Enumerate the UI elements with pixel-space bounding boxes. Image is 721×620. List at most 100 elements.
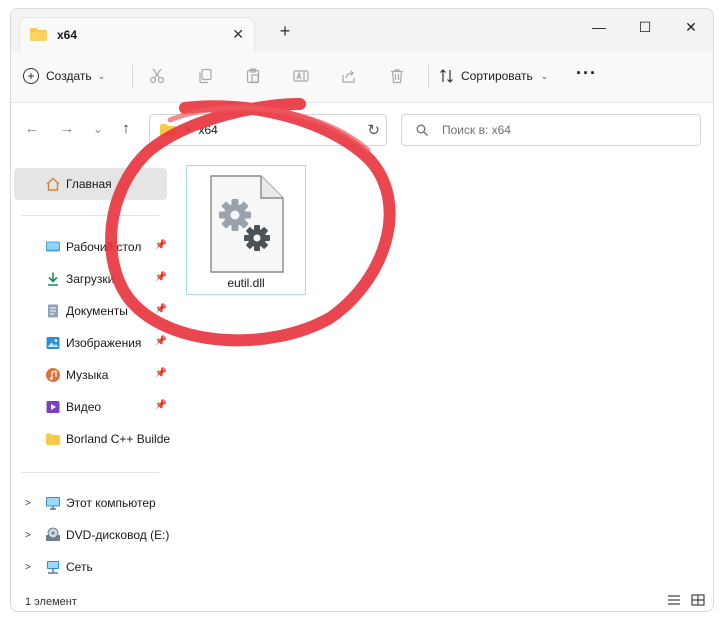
- sidebar-item-label: Документы: [66, 304, 128, 318]
- sidebar-item-this-pc[interactable]: > Этот компьютер: [11, 488, 171, 518]
- tab-title: x64: [57, 27, 78, 42]
- folder-icon: [45, 431, 61, 447]
- create-label: Создать: [46, 69, 92, 83]
- sort-label: Сортировать: [461, 69, 533, 83]
- sidebar-item-documents[interactable]: Документы 📌: [11, 296, 171, 326]
- copy-icon: [199, 68, 212, 84]
- download-icon: [45, 271, 61, 287]
- sort-button[interactable]: Сортировать ⌄: [439, 65, 548, 87]
- sidebar-item-desktop[interactable]: Рабочий стол 📌: [11, 232, 171, 262]
- tab-close-button[interactable]: ✕: [232, 26, 244, 43]
- plus-circle-icon: +: [23, 68, 39, 84]
- sidebar-item-dvd-drive[interactable]: > DVD-дисковод (E:): [11, 520, 171, 550]
- sidebar-item-label: Изображения: [66, 336, 142, 350]
- chevron-right-icon[interactable]: >: [25, 562, 31, 573]
- refresh-button[interactable]: ↻: [367, 121, 380, 139]
- navigation-bar: ← → ⌄ ↑ > x64 ↻ Поиск в: x64: [11, 104, 713, 158]
- details-view-icon[interactable]: [667, 594, 681, 606]
- sidebar-item-pictures[interactable]: Изображения 📌: [11, 328, 171, 358]
- sidebar-item-label: Загрузки: [66, 272, 115, 286]
- sidebar-item-network[interactable]: > Сеть: [11, 552, 171, 582]
- chevron-right-icon[interactable]: >: [25, 498, 31, 509]
- search-placeholder: Поиск в: x64: [442, 123, 511, 137]
- computer-icon: [45, 495, 61, 511]
- home-icon: [45, 176, 61, 192]
- address-bar[interactable]: > x64 ↻: [149, 114, 387, 146]
- pin-icon: 📌: [154, 240, 167, 251]
- paste-icon: [246, 68, 260, 84]
- file-item-eutil-dll[interactable]: eutil.dll: [186, 165, 306, 295]
- minimize-button[interactable]: —: [576, 13, 622, 41]
- rename-icon: [293, 70, 309, 82]
- chevron-down-icon: ⌄: [97, 70, 106, 81]
- pin-icon: 📌: [154, 304, 167, 315]
- navigation-pane: Главная Рабочий стол 📌 Загрузки 📌 Докуме…: [11, 158, 171, 588]
- sidebar-divider: [21, 472, 159, 473]
- folder-icon: [160, 124, 176, 136]
- toolbar-divider: [428, 65, 429, 89]
- file-list-area: eutil.dll: [171, 158, 713, 588]
- forward-button[interactable]: →: [56, 118, 78, 140]
- sidebar-item-label: Рабочий стол: [66, 240, 142, 254]
- command-bar: + Создать ⌄ Сортировать ⌄ ···: [11, 51, 713, 103]
- pin-icon: 📌: [154, 336, 167, 347]
- recent-locations-button[interactable]: ⌄: [87, 118, 109, 140]
- item-count: 1 элемент: [25, 596, 77, 608]
- sidebar-item-label: Borland C++ Builder: [66, 432, 171, 446]
- trash-icon: [391, 69, 403, 84]
- rename-button[interactable]: [290, 65, 312, 87]
- share-button[interactable]: [338, 65, 360, 87]
- sidebar-item-borland-folder[interactable]: Borland C++ Builder: [11, 424, 171, 454]
- search-icon: [416, 124, 428, 136]
- chevron-right-icon[interactable]: >: [25, 530, 31, 541]
- status-bar: 1 элемент: [11, 591, 713, 611]
- sidebar-item-downloads[interactable]: Загрузки 📌: [11, 264, 171, 294]
- cut-button[interactable]: [146, 65, 168, 87]
- copy-button[interactable]: [194, 65, 216, 87]
- sidebar-divider: [21, 215, 159, 216]
- tab-x64[interactable]: x64 ✕: [19, 17, 255, 51]
- share-icon: [342, 70, 355, 83]
- back-button[interactable]: ←: [21, 118, 43, 140]
- network-icon: [45, 559, 61, 575]
- documents-icon: [45, 303, 61, 319]
- maximize-button[interactable]: ☐: [622, 13, 668, 41]
- pin-icon: 📌: [154, 368, 167, 379]
- file-name: eutil.dll: [227, 276, 265, 290]
- search-input[interactable]: Поиск в: x64: [401, 114, 701, 146]
- close-window-button[interactable]: ✕: [668, 13, 713, 41]
- paste-button[interactable]: [242, 65, 264, 87]
- toolbar-divider: [132, 65, 133, 89]
- create-button[interactable]: + Создать ⌄: [23, 65, 105, 87]
- sidebar-item-label: DVD-дисковод (E:): [66, 528, 170, 542]
- dll-file-icon: [210, 175, 284, 273]
- sidebar-item-label: Видео: [66, 400, 102, 414]
- folder-icon: [30, 28, 47, 41]
- sidebar-item-home[interactable]: Главная: [14, 168, 167, 200]
- pin-icon: 📌: [154, 400, 167, 411]
- address-path[interactable]: x64: [198, 123, 217, 137]
- sort-icon: [440, 69, 453, 83]
- pin-icon: 📌: [154, 272, 167, 283]
- title-bar: x64 ✕ + — ☐ ✕: [11, 9, 713, 51]
- sidebar-item-label: Музыка: [66, 368, 109, 382]
- new-tab-button[interactable]: +: [273, 21, 297, 42]
- delete-button[interactable]: [386, 65, 408, 87]
- sidebar-item-video[interactable]: Видео 📌: [11, 392, 171, 422]
- desktop-icon: [45, 239, 61, 255]
- cut-icon: [149, 68, 165, 84]
- video-icon: [45, 399, 61, 415]
- sidebar-item-label: Главная: [66, 177, 112, 191]
- sidebar-item-label: Сеть: [66, 560, 93, 574]
- chevron-right-icon: >: [184, 124, 191, 136]
- more-options-button[interactable]: ···: [576, 63, 597, 84]
- sidebar-item-label: Этот компьютер: [66, 496, 156, 510]
- music-icon: [45, 367, 61, 383]
- pictures-icon: [45, 335, 61, 351]
- dvd-icon: [45, 527, 61, 543]
- tiles-view-icon[interactable]: [691, 594, 705, 606]
- sidebar-item-music[interactable]: Музыка 📌: [11, 360, 171, 390]
- up-button[interactable]: ↑: [115, 118, 137, 140]
- chevron-down-icon: ⌄: [540, 70, 549, 81]
- file-explorer-window: x64 ✕ + — ☐ ✕ + Создать ⌄ Сортировать ⌄ …: [10, 8, 714, 612]
